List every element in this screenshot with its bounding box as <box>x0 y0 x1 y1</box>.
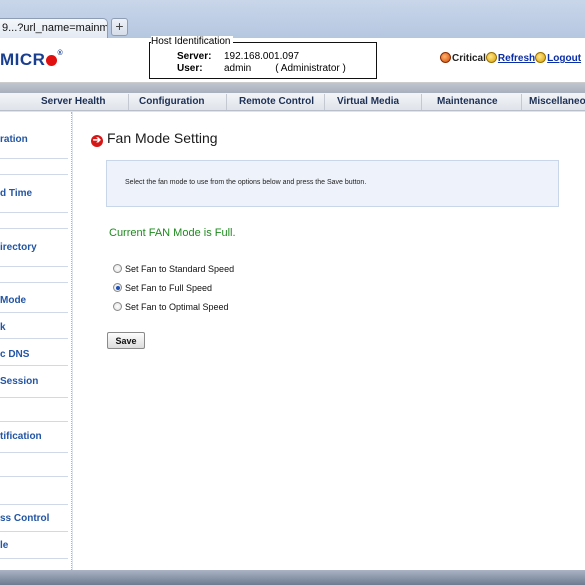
sidebar-divider <box>0 452 68 453</box>
sidebar-divider <box>0 531 68 532</box>
header-links: CriticalRefreshLogout E <box>440 52 585 64</box>
refresh-link[interactable]: Refresh <box>498 53 535 64</box>
sidebar-item[interactable]: d Time <box>0 188 70 199</box>
browser-tab-strip: 9...?url_name=mainmenu + <box>0 0 585 38</box>
option-full-speed[interactable]: Set Fan to Full Speed <box>113 283 212 293</box>
logo-registered-mark: ® <box>57 50 64 57</box>
nav-virtual-media[interactable]: Virtual Media <box>337 96 399 107</box>
page-header: MICR ® Host Identification Server: 192.168… <box>0 36 585 83</box>
sidebar-divider <box>0 558 68 559</box>
sidebar-divider <box>0 228 68 229</box>
host-identification: Host Identification Server: 192.168.001.0… <box>149 36 377 79</box>
sidebar-item[interactable]: c DNS <box>0 349 70 360</box>
arrow-right-icon: ➔ <box>91 135 103 147</box>
sidebar-item[interactable]: ss Control <box>0 513 70 524</box>
host-identification-legend: Host Identification <box>151 36 233 47</box>
main-nav: Server Health Configuration Remote Contr… <box>0 93 585 111</box>
sidebar-divider <box>0 365 68 366</box>
option-label: Set Fan to Optimal Speed <box>125 302 229 312</box>
sidebar-divider <box>0 421 68 422</box>
page-title: ➔ Fan Mode Setting <box>91 130 218 147</box>
nav-separator <box>521 94 522 110</box>
logo-dot-icon <box>46 55 58 66</box>
sidebar-item[interactable]: le <box>0 540 70 551</box>
nav-server-health[interactable]: Server Health <box>41 96 105 107</box>
nav-separator <box>226 94 227 110</box>
sidebar-item[interactable]: tification <box>0 431 70 442</box>
bottom-bar <box>0 570 585 585</box>
nav-separator <box>324 94 325 110</box>
browser-tab-title: 9...?url_name=mainmenu <box>2 22 108 34</box>
sidebar: ration d Time irectory Mode k c DNS Sess… <box>0 112 72 570</box>
option-label: Set Fan to Standard Speed <box>125 264 235 274</box>
main-content: ➔ Fan Mode Setting Select the fan mode to… <box>73 112 585 570</box>
sidebar-divider <box>0 504 68 505</box>
sidebar-divider <box>0 212 68 213</box>
nav-remote-control[interactable]: Remote Control <box>239 96 314 107</box>
option-standard-speed[interactable]: Set Fan to Standard Speed <box>113 264 234 274</box>
logout-link[interactable]: Logout <box>547 53 581 64</box>
sidebar-item[interactable]: Session <box>0 376 70 387</box>
radio-standard-speed[interactable] <box>113 264 122 273</box>
critical-label[interactable]: Critical <box>452 53 486 64</box>
sidebar-divider <box>0 282 68 283</box>
page-title-text: Fan Mode Setting <box>107 130 218 146</box>
option-label: Set Fan to Full Speed <box>125 283 213 293</box>
save-button[interactable]: Save <box>107 332 145 349</box>
sidebar-divider <box>0 312 68 313</box>
sidebar-item[interactable]: ration <box>0 134 70 145</box>
server-value: 192.168.001.097 <box>224 51 300 62</box>
server-row: Server: 192.168.001.097 <box>177 51 299 62</box>
user-role: ( Administrator ) <box>275 63 346 74</box>
info-box: Select the fan mode to use from the opti… <box>106 160 559 207</box>
sidebar-item[interactable]: k <box>0 322 70 333</box>
nav-configuration[interactable]: Configuration <box>139 96 205 107</box>
info-text: Select the fan mode to use from the opti… <box>125 179 367 186</box>
user-row: User: admin ( Administrator ) <box>177 63 346 74</box>
sidebar-divider <box>0 338 68 339</box>
nav-miscellaneous[interactable]: Miscellaneo <box>529 96 585 107</box>
refresh-icon <box>485 52 497 63</box>
logo-text: MICR <box>0 50 46 69</box>
option-optimal-speed[interactable]: Set Fan to Optimal Speed <box>113 302 229 312</box>
sidebar-divider <box>0 266 68 267</box>
fan-mode-status: Current FAN Mode is Full. <box>109 227 236 239</box>
sidebar-divider <box>0 476 68 477</box>
radio-optimal-speed[interactable] <box>113 302 122 311</box>
user-value: admin <box>224 63 252 74</box>
sidebar-divider <box>0 397 68 398</box>
logout-icon <box>535 52 547 63</box>
sidebar-divider <box>0 158 68 159</box>
user-label: User: <box>177 63 203 74</box>
server-label: Server: <box>177 51 212 62</box>
nav-maintenance[interactable]: Maintenance <box>437 96 498 107</box>
nav-separator <box>421 94 422 110</box>
header-band <box>0 83 585 93</box>
radio-full-speed[interactable] <box>113 283 122 292</box>
critical-icon <box>440 52 451 63</box>
sidebar-item[interactable]: irectory <box>0 242 70 253</box>
new-tab-button[interactable]: + <box>111 18 128 36</box>
sidebar-divider <box>0 174 68 175</box>
sidebar-item[interactable]: Mode <box>0 295 70 306</box>
brand-logo: MICR ® <box>0 50 63 70</box>
browser-tab[interactable]: 9...?url_name=mainmenu <box>0 18 108 38</box>
nav-separator <box>128 94 129 110</box>
